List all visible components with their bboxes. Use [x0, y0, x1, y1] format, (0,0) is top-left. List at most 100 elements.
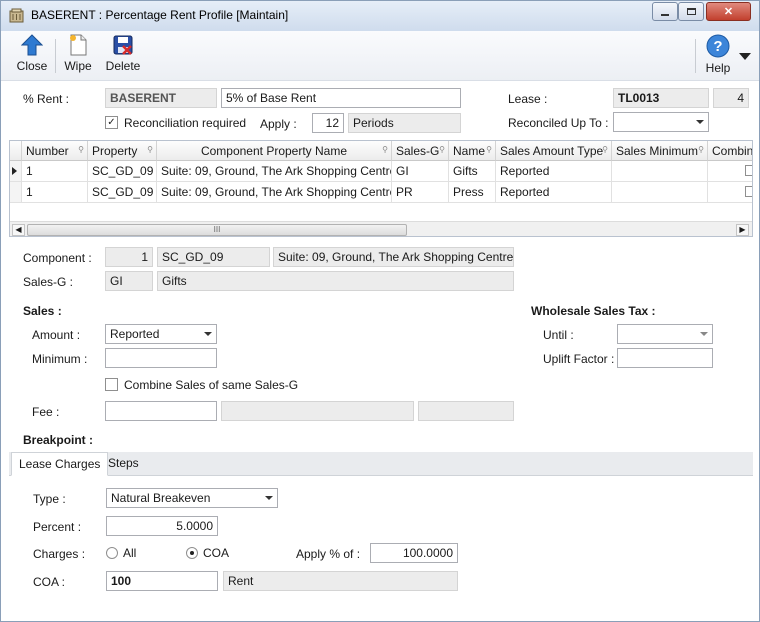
- window-title: BASERENT : Percentage Rent Profile [Main…: [31, 8, 289, 22]
- rent-code-field[interactable]: BASERENT: [105, 88, 217, 108]
- table-cell[interactable]: 1: [22, 161, 88, 182]
- filter-icon[interactable]: ⚲: [439, 145, 445, 154]
- rent-label: % Rent :: [23, 92, 70, 106]
- coa-code-field[interactable]: 100: [106, 571, 218, 591]
- horizontal-scrollbar[interactable]: ◀ III ▶: [10, 221, 752, 236]
- svg-text:?: ?: [713, 38, 722, 55]
- table-cell[interactable]: [612, 161, 708, 182]
- help-button[interactable]: ? Help: [701, 34, 735, 78]
- type-label: Type :: [33, 492, 66, 506]
- rent-description-field[interactable]: 5% of Base Rent: [221, 88, 461, 108]
- filter-icon[interactable]: ⚲: [602, 145, 608, 154]
- lease-code-field[interactable]: TL0013: [613, 88, 709, 108]
- filter-icon[interactable]: ⚲: [382, 145, 388, 154]
- maximize-icon: [686, 8, 696, 15]
- uplift-factor-field[interactable]: [617, 348, 713, 368]
- close-icon: ✕: [723, 6, 734, 18]
- reconciled-up-to-dropdown[interactable]: [613, 112, 709, 132]
- combine-sales-label: Combine Sales of same Sales-G: [124, 378, 299, 392]
- minimize-button[interactable]: [652, 2, 678, 21]
- column-label: Sales Minimum: [616, 144, 699, 158]
- charges-all-label: All: [123, 546, 137, 560]
- column-label: Combine: [712, 144, 753, 158]
- type-dropdown[interactable]: Natural Breakeven: [106, 488, 278, 508]
- current-row-icon: [12, 167, 17, 175]
- table-cell[interactable]: Reported: [496, 182, 612, 203]
- apply-label: Apply :: [260, 117, 297, 131]
- reconciled-up-to-label: Reconciled Up To :: [508, 116, 609, 130]
- delete-button[interactable]: Delete: [104, 34, 142, 78]
- table-cell[interactable]: Gifts: [449, 161, 496, 182]
- combine-sales-checkbox[interactable]: [105, 378, 118, 391]
- table-cell[interactable]: [708, 182, 752, 203]
- fee-description-field: [221, 401, 414, 421]
- percent-label: Percent :: [33, 520, 82, 534]
- sales-g-name-field: Gifts: [157, 271, 514, 291]
- combine-checkbox[interactable]: [745, 186, 752, 197]
- scroll-right-icon[interactable]: ▶: [736, 224, 749, 236]
- amount-dropdown[interactable]: Reported: [105, 324, 217, 344]
- amount-label: Amount :: [32, 328, 81, 342]
- column-header-minimum[interactable]: Sales Minimum ⚲: [612, 141, 708, 161]
- filter-icon[interactable]: ⚲: [78, 145, 84, 154]
- new-document-icon: [70, 34, 87, 56]
- minimum-field[interactable]: [105, 348, 217, 368]
- wipe-button-label: Wipe: [64, 59, 92, 73]
- table-cell[interactable]: Suite: 09, Ground, The Ark Shopping Cent…: [157, 182, 392, 203]
- percent-field[interactable]: 5.0000: [106, 516, 218, 536]
- chevron-down-icon: [700, 332, 708, 336]
- uplift-factor-label: Uplift Factor :: [543, 352, 615, 366]
- help-dropdown-icon[interactable]: [739, 53, 751, 60]
- column-label: Component Property Name: [200, 144, 348, 158]
- row-selector[interactable]: [10, 182, 22, 203]
- column-header-number[interactable]: Number ⚲: [22, 141, 88, 161]
- close-window-button[interactable]: ✕: [706, 2, 751, 21]
- close-button-label: Close: [16, 59, 48, 73]
- app-icon: [9, 8, 24, 23]
- lease-label: Lease :: [508, 92, 548, 106]
- column-label: Sales-G: [396, 144, 440, 158]
- table-cell[interactable]: [612, 182, 708, 203]
- column-label: Number: [26, 144, 69, 158]
- column-header-combine[interactable]: Combine: [708, 141, 753, 161]
- table-cell[interactable]: SC_GD_09: [88, 182, 157, 203]
- combine-checkbox[interactable]: [745, 165, 752, 176]
- apply-unit-field: Periods: [348, 113, 461, 133]
- column-header-property[interactable]: Property ⚲: [88, 141, 157, 161]
- until-label: Until :: [543, 328, 574, 342]
- table-cell[interactable]: Reported: [496, 161, 612, 182]
- fee-field[interactable]: [105, 401, 217, 421]
- charges-all-radio[interactable]: [106, 547, 118, 559]
- table-cell[interactable]: PR: [392, 182, 449, 203]
- sales-heading: Sales :: [23, 304, 62, 318]
- scroll-thumb[interactable]: III: [27, 224, 407, 236]
- help-icon: ?: [706, 34, 730, 58]
- reconciliation-checkbox[interactable]: ✓: [105, 116, 118, 129]
- column-header-sales-g[interactable]: Sales-G ⚲: [392, 141, 449, 161]
- tab-lease-charges[interactable]: Lease Charges: [11, 452, 109, 476]
- table-cell[interactable]: Press: [449, 182, 496, 203]
- wipe-button[interactable]: Wipe: [61, 34, 95, 78]
- column-header-name[interactable]: Name ⚲: [449, 141, 496, 161]
- table-cell[interactable]: [708, 161, 752, 182]
- maximize-button[interactable]: [678, 2, 704, 21]
- until-dropdown[interactable]: [617, 324, 713, 344]
- apply-periods-field[interactable]: 12: [312, 113, 344, 133]
- column-header-component[interactable]: Component Property Name ⚲: [157, 141, 392, 161]
- column-header-amount-type[interactable]: Sales Amount Type ⚲: [496, 141, 612, 161]
- close-button[interactable]: Close: [15, 34, 49, 78]
- filter-icon[interactable]: ⚲: [147, 145, 153, 154]
- table-cell[interactable]: Suite: 09, Ground, The Ark Shopping Cent…: [157, 161, 392, 182]
- apply-percent-field[interactable]: 100.0000: [370, 543, 458, 563]
- sales-g-code-field: GI: [105, 271, 153, 291]
- row-selector[interactable]: [10, 161, 22, 182]
- table-cell[interactable]: SC_GD_09: [88, 161, 157, 182]
- filter-icon[interactable]: ⚲: [698, 145, 704, 154]
- filter-icon[interactable]: ⚲: [486, 145, 492, 154]
- table-cell[interactable]: GI: [392, 161, 449, 182]
- scroll-left-icon[interactable]: ◀: [12, 224, 25, 236]
- charges-coa-radio[interactable]: [186, 547, 198, 559]
- tab-steps[interactable]: Steps: [101, 452, 146, 476]
- table-cell[interactable]: 1: [22, 182, 88, 203]
- chevron-down-icon: [204, 332, 212, 336]
